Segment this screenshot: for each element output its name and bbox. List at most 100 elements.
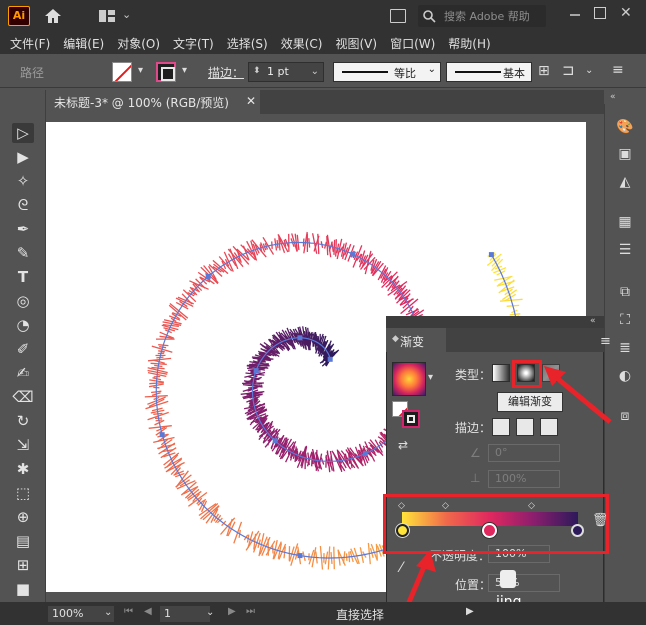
profile-label: 等比 [394, 67, 416, 80]
blob-brush-icon[interactable]: ✍ [12, 363, 34, 383]
last-page-icon[interactable]: ⏭ [246, 606, 255, 617]
current-tool-status: 直接选择 [336, 608, 385, 622]
profile-line-sample [342, 71, 388, 73]
anchor-point[interactable] [205, 273, 211, 279]
selection-tool-icon[interactable]: ▷ [12, 123, 34, 143]
anchor-point[interactable] [327, 356, 333, 362]
magic-wand-icon[interactable]: ✧ [12, 171, 34, 191]
chevron-down-icon[interactable]: ▾ [428, 372, 433, 383]
gradient-preview-swatch[interactable] [392, 362, 426, 396]
free-transform-icon[interactable]: ⬚ [12, 483, 34, 503]
menu-view[interactable]: 视图(V) [331, 32, 381, 54]
angle-field[interactable]: 0° [488, 444, 560, 462]
pen-tool-icon[interactable]: ✒ [12, 219, 34, 239]
document-panel-icon[interactable]: ▣ [616, 145, 634, 163]
gradient-tab-bar [446, 328, 604, 352]
stroke-gradient-within-button[interactable] [492, 418, 510, 436]
lines-panel-icon[interactable]: ☰ [616, 241, 634, 259]
type-label: 类型： [455, 368, 492, 382]
highlight-gradient-slider [383, 494, 609, 554]
aspect-ratio-field[interactable]: 100% [488, 470, 560, 488]
pencil-tool-icon[interactable]: ✐ [12, 339, 34, 359]
color-palette-icon[interactable]: 🎨 [616, 118, 634, 136]
stroke-label[interactable]: 描边： [208, 64, 244, 81]
minimize-icon[interactable] [568, 8, 582, 22]
stroke-gradient-along-button[interactable] [516, 418, 534, 436]
direct-selection-tool-icon[interactable]: ▶ [12, 147, 34, 167]
arrange-documents-icon[interactable] [390, 9, 406, 23]
collapse-icon[interactable]: « [610, 92, 616, 102]
page-number-field[interactable]: 1 [160, 606, 210, 622]
chevron-down-icon[interactable]: ▾ [182, 65, 187, 76]
shape-tool-icon[interactable]: ◔ [12, 315, 34, 335]
chevron-down-icon[interactable]: ⌄ [122, 8, 131, 21]
status-arrow-icon[interactable]: ▶ [466, 606, 474, 617]
drag-handle-icon[interactable]: ◆ [392, 334, 399, 344]
menu-select[interactable]: 选择(S) [223, 32, 272, 54]
next-page-icon[interactable]: ▶ [228, 606, 236, 617]
help-search-input[interactable]: 搜索 Adobe 帮助 [418, 5, 546, 27]
transform-icon[interactable]: ⧉ [616, 283, 634, 301]
maximize-icon[interactable] [594, 7, 606, 19]
menu-type[interactable]: 文字(T) [169, 32, 218, 54]
anchor-point[interactable] [350, 251, 356, 257]
gradient-panel-header[interactable] [386, 316, 604, 328]
lasso-icon[interactable]: ᘓ [12, 195, 34, 215]
anchor-point[interactable] [488, 252, 494, 258]
workspace-layout-icon[interactable] [98, 8, 116, 24]
anchor-point[interactable] [297, 335, 303, 341]
chevron-down-icon[interactable]: ▾ [138, 65, 143, 76]
menu-file[interactable]: 文件(F) [6, 32, 54, 54]
stroke-weight-field[interactable]: ⬍ 1 pt ⌄ [248, 62, 324, 82]
stroke-swatch[interactable] [402, 410, 420, 428]
chevron-down-icon[interactable]: ⌄ [585, 65, 593, 76]
menu-effect[interactable]: 效果(C) [277, 32, 327, 54]
brush-label: 基本 [503, 67, 525, 80]
shape-builder-icon[interactable]: ⊕ [12, 507, 34, 527]
collapse-icon[interactable]: « [590, 316, 596, 326]
close-icon[interactable]: ✕ [246, 94, 256, 108]
anchor-point[interactable] [362, 451, 368, 457]
menu-object[interactable]: 对象(O) [113, 32, 164, 54]
menu-help[interactable]: 帮助(H) [444, 32, 494, 54]
anchor-point[interactable] [253, 368, 259, 374]
close-icon[interactable]: ✕ [620, 5, 632, 21]
align-icon[interactable]: ⊐ [562, 61, 575, 79]
scale-tool-icon[interactable]: ⇲ [12, 435, 34, 455]
mesh-tool-icon[interactable]: ⊞ [12, 555, 34, 575]
crop-icon[interactable]: ⛶ [616, 311, 634, 329]
chevron-down-icon[interactable]: ⌄ [206, 607, 214, 618]
first-page-icon[interactable]: ⏮ [124, 606, 133, 617]
color-guide-icon[interactable]: ◭ [616, 173, 634, 191]
type-tool-icon[interactable]: T [12, 267, 34, 287]
grid-icon[interactable]: ⊞ [538, 63, 550, 79]
eraser-icon[interactable]: ⌫ [12, 387, 34, 407]
chevron-down-icon[interactable]: ⌄ [104, 607, 112, 618]
rotate-tool-icon[interactable]: ↻ [12, 411, 34, 431]
anchor-point[interactable] [272, 438, 278, 444]
align-panel-icon[interactable]: ≣ [616, 339, 634, 357]
stroke-swatch[interactable] [156, 62, 176, 82]
swap-fill-stroke-icon[interactable]: ⇄ [398, 438, 408, 452]
fill-swatch-none[interactable] [112, 62, 132, 82]
menu-lines-icon[interactable]: ≡ [612, 62, 624, 78]
swatches-icon[interactable]: ▦ [616, 213, 634, 231]
previous-page-icon[interactable]: ◀ [144, 606, 152, 617]
brush-definition-select[interactable]: 基本 [446, 62, 532, 82]
stepper-icon[interactable]: ⬍ [253, 62, 261, 80]
chevron-down-icon[interactable]: ⌄ [311, 63, 319, 81]
document-tab[interactable]: 未标题-3* @ 100% (RGB/预览) [46, 90, 260, 114]
curvature-tool-icon[interactable]: ✎ [12, 243, 34, 263]
anchor-point[interactable] [297, 553, 303, 559]
width-tool-icon[interactable]: ✱ [12, 459, 34, 479]
panel-menu-icon[interactable]: ≡ [600, 334, 611, 349]
chart-tool-icon[interactable]: ▤ [12, 531, 34, 551]
gradient-tool-icon[interactable]: ■ [12, 579, 34, 599]
variable-width-profile-select[interactable]: 等比 ⌄ [333, 62, 441, 82]
anchor-point[interactable] [159, 432, 165, 438]
linear-gradient-button[interactable] [492, 364, 510, 382]
menu-window[interactable]: 窗口(W) [386, 32, 439, 54]
home-icon[interactable] [44, 8, 62, 24]
menu-edit[interactable]: 编辑(E) [59, 32, 108, 54]
spiral-tool-icon[interactable]: ◎ [12, 291, 34, 311]
